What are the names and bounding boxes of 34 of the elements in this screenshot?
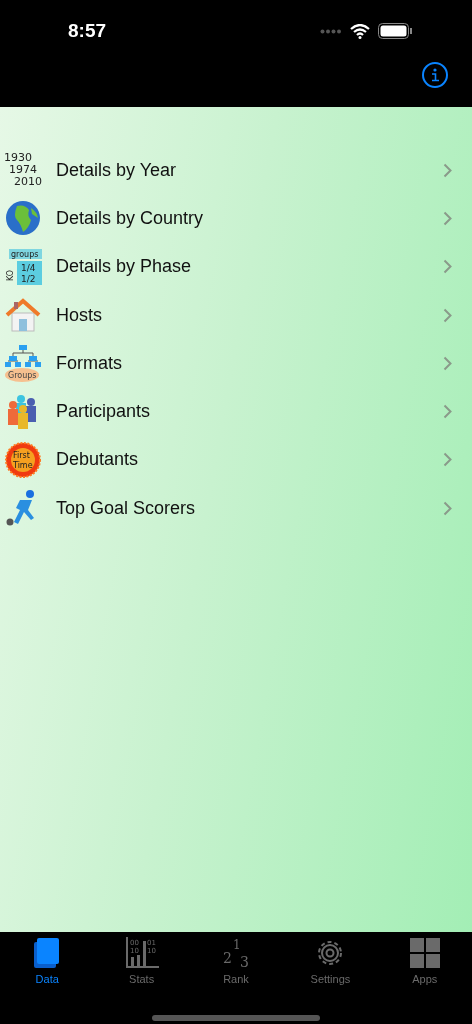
chevron-icon [443,500,452,516]
signal-icon [320,28,342,34]
info-icon [430,68,440,82]
menu-item[interactable]: Details by Year [56,159,443,181]
menu-item[interactable]: Debutants [56,449,443,471]
menu-item[interactable]: Details by Country [56,207,443,229]
tab[interactable]: Data [0,936,95,985]
globe-icon [5,200,41,237]
info-button[interactable] [422,62,448,88]
menu-item[interactable]: Formats [56,352,443,374]
years-icon: 1930 1974 2010 [4,151,42,190]
book-icon [34,938,61,968]
chevron-icon [443,307,452,323]
tab[interactable]: Settings [283,936,378,985]
grid-icon [409,938,440,968]
podium-numbers-icon: 2 1 3 [221,937,251,969]
battery-icon [378,23,412,39]
chevron-icon [443,355,452,371]
menu-item[interactable]: Details by Phase [56,256,443,278]
first-time-badge-icon: First Time [5,441,41,478]
menu-item[interactable]: Hosts [56,304,443,326]
tab[interactable]: 2 1 3 Rank [188,936,284,985]
chevron-icon [443,162,452,178]
chevron-icon [443,452,452,468]
chevron-icon [443,210,452,226]
wifi-icon [350,23,370,39]
house-icon [5,298,41,333]
people-icon [7,394,39,429]
chevron-icon [443,259,452,275]
status-time: 8:57 [68,20,107,42]
tab[interactable]: Apps [377,936,472,985]
chevron-icon [443,404,452,420]
menu-item[interactable]: Participants [56,401,443,423]
menu-item[interactable]: Top Goal Scorers [56,497,443,519]
